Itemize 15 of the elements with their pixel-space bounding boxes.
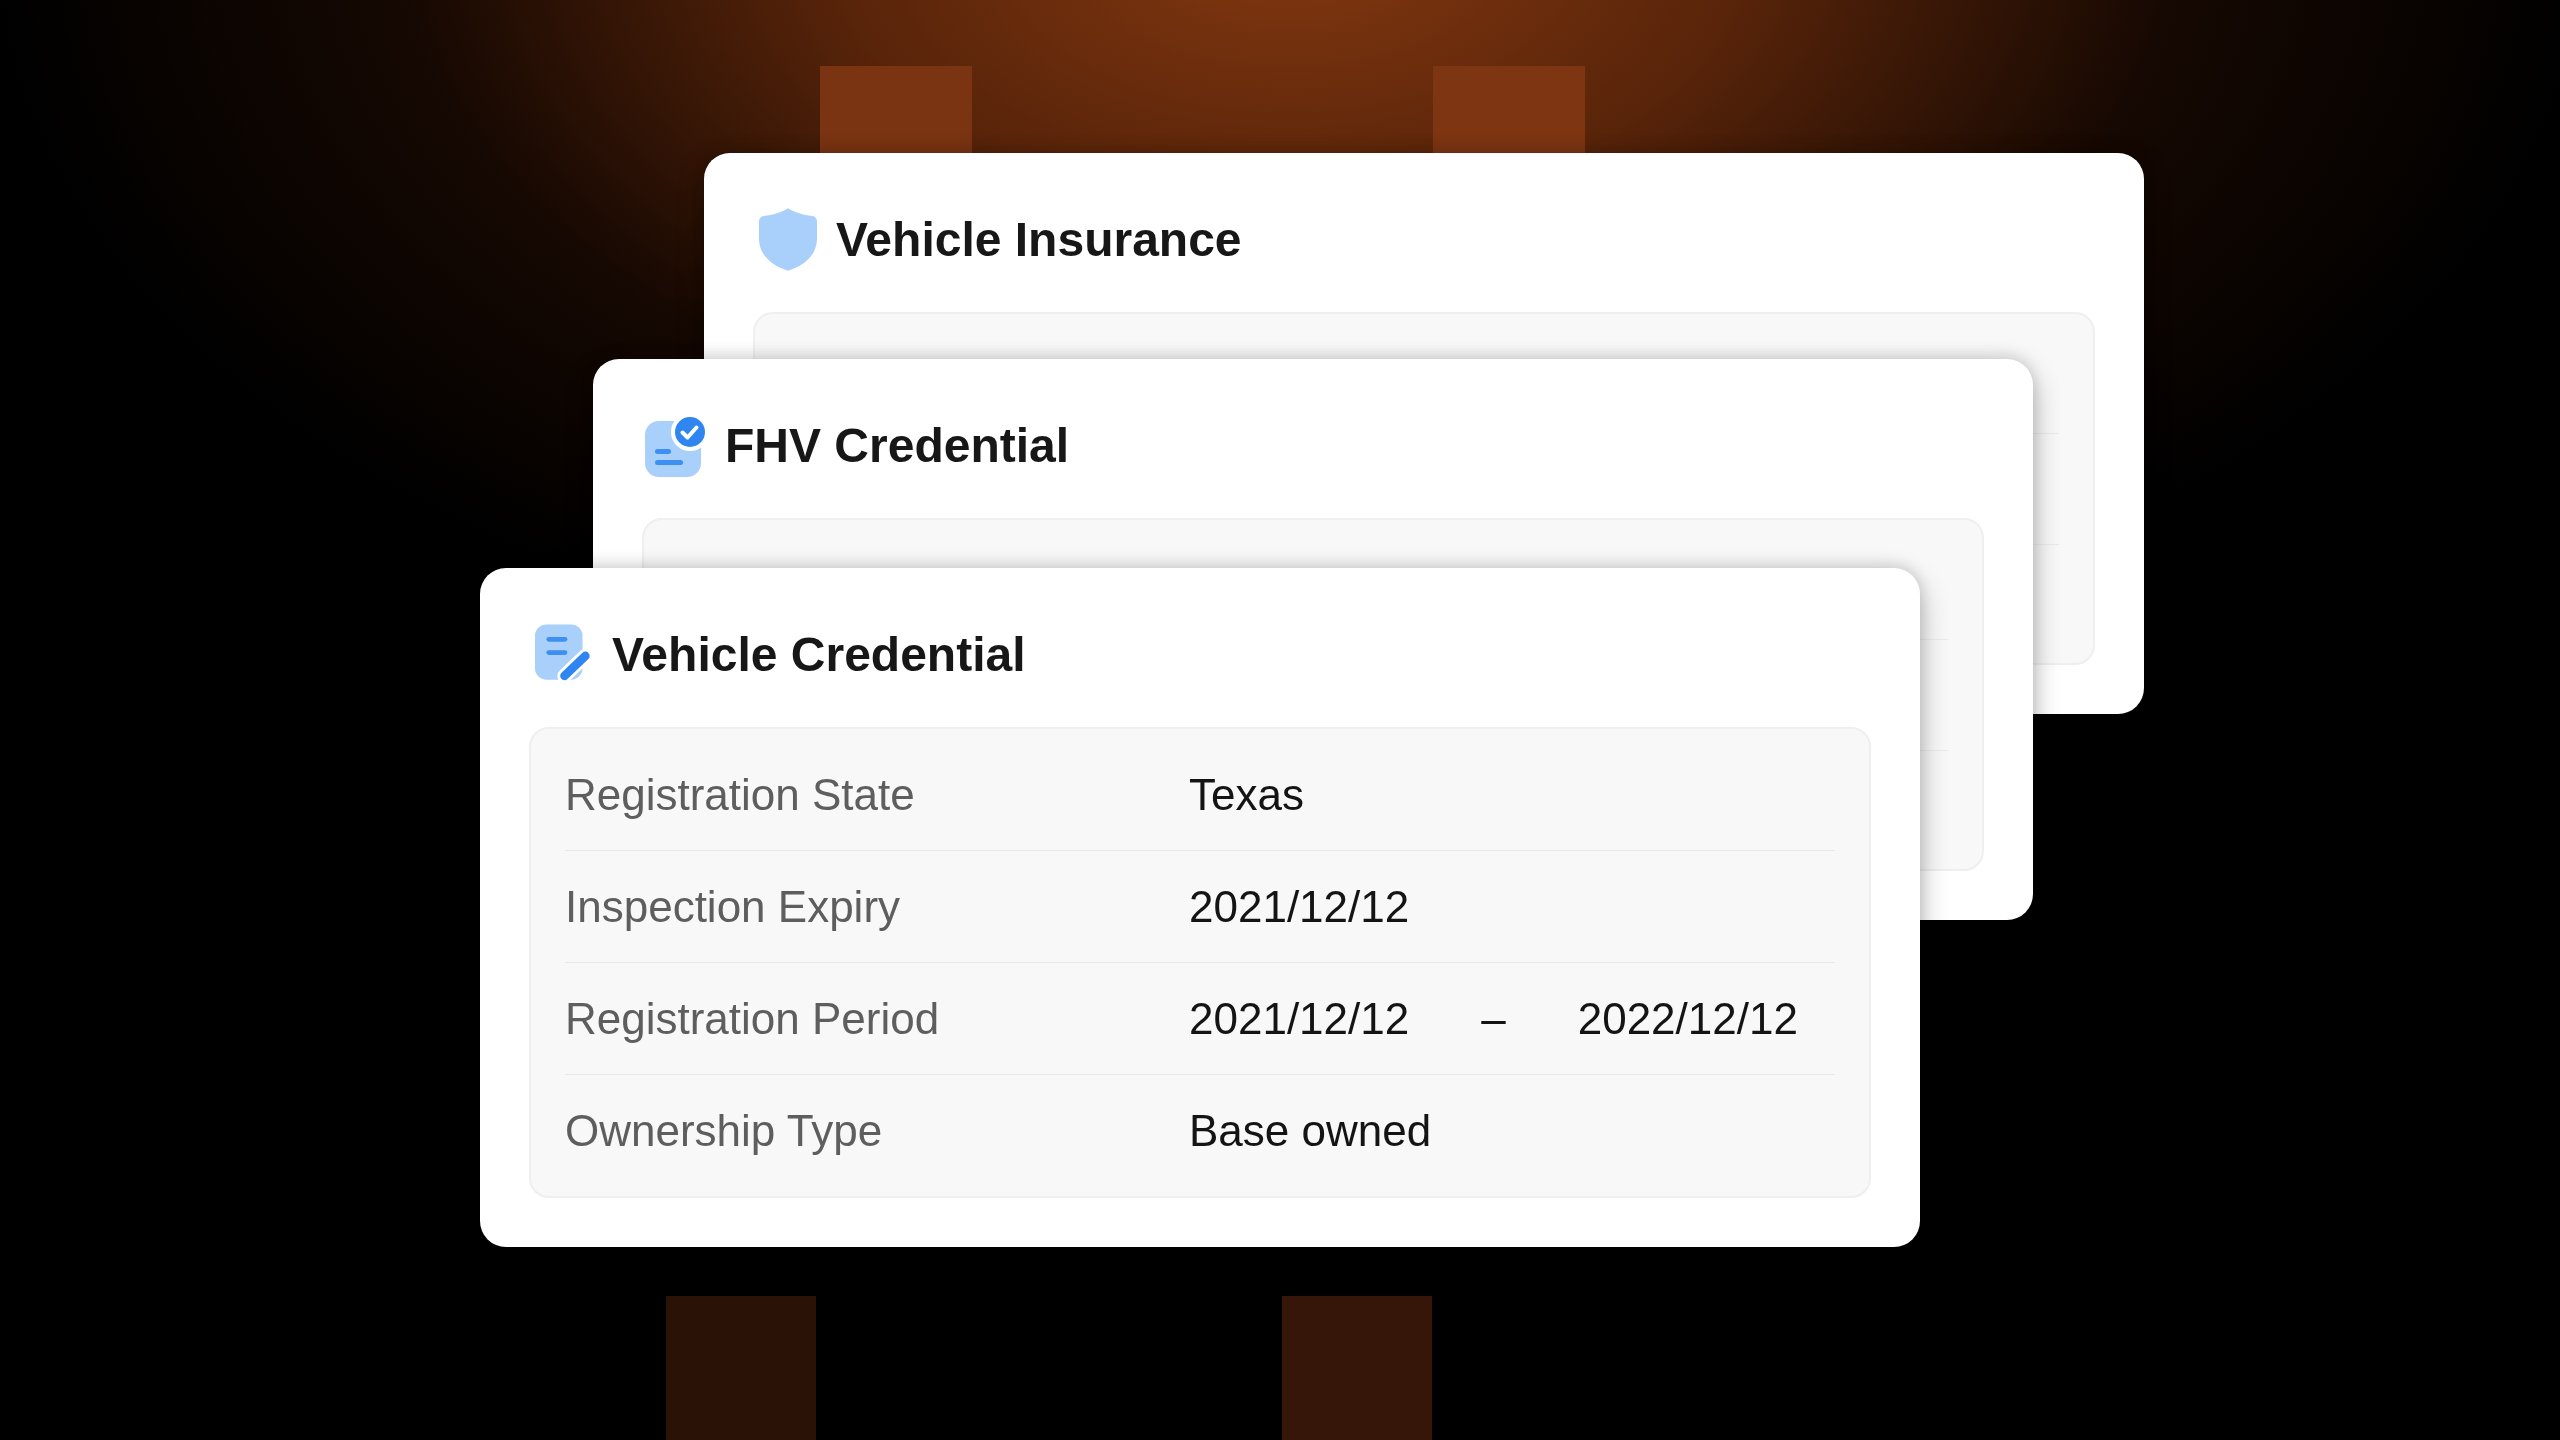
field-label: Registration State: [565, 769, 915, 820]
card-title: Vehicle Insurance: [836, 211, 1242, 267]
card-title: FHV Credential: [725, 417, 1070, 473]
field-label: Registration Period: [565, 993, 940, 1044]
shield-icon: [759, 207, 817, 271]
start-date: 2021/12/12: [1189, 993, 1410, 1044]
end-date: 2022/12/12: [1577, 993, 1798, 1044]
field-label: Ownership Type: [565, 1105, 883, 1156]
field-value: 2021/12/12: [1189, 881, 1411, 932]
field-label: Inspection Expiry: [565, 881, 901, 932]
field-value: Base owned: [1189, 1105, 1433, 1156]
field-value: Texas: [1189, 769, 1305, 820]
date-separator: –: [1481, 993, 1506, 1044]
card-title: Vehicle Credential: [612, 626, 1026, 682]
document-pencil-icon: [535, 624, 593, 684]
